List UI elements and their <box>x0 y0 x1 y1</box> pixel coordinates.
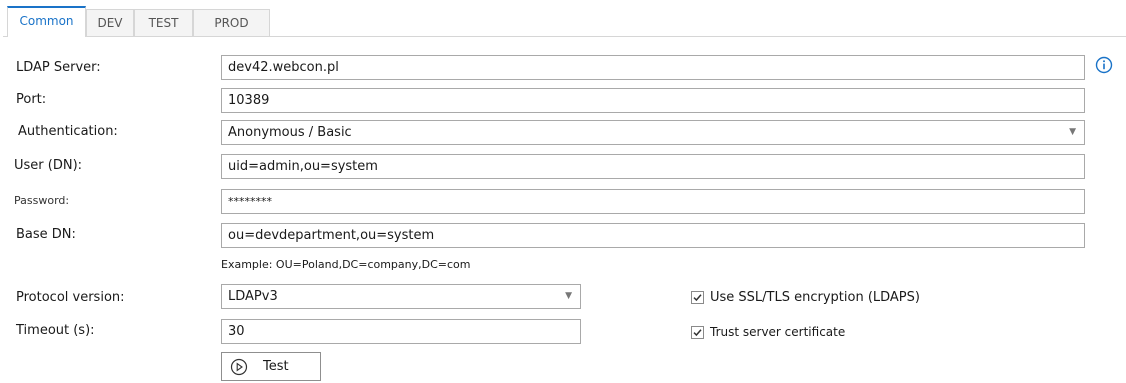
user-dn-input[interactable]: uid=admin,ou=system <box>221 154 1085 179</box>
test-button[interactable]: Test <box>221 352 321 381</box>
trust-cert-checkbox-row[interactable]: Trust server certificate <box>691 323 845 341</box>
protocol-version-value: LDAPv3 <box>228 289 278 304</box>
tab-dev[interactable]: DEV <box>86 9 134 36</box>
info-icon[interactable] <box>1095 56 1113 74</box>
tab-prod[interactable]: PROD <box>193 9 270 36</box>
password-input[interactable]: ******** <box>221 189 1085 214</box>
use-ssl-label: Use SSL/TLS encryption (LDAPS) <box>710 289 920 305</box>
chevron-down-icon: ▼ <box>565 291 572 301</box>
ldap-server-input[interactable]: dev42.webcon.pl <box>221 55 1085 80</box>
ldap-server-label: LDAP Server: <box>16 60 101 75</box>
timeout-input[interactable]: 30 <box>221 319 581 344</box>
user-dn-label: User (DN): <box>14 158 83 173</box>
ldap-config-panel: Common DEV TEST PROD LDAP Server: dev42.… <box>0 0 1126 383</box>
authentication-label: Authentication: <box>18 124 118 139</box>
tab-common[interactable]: Common <box>7 6 86 37</box>
password-label: Password: <box>14 194 70 207</box>
base-dn-example: Example: OU=Poland,DC=company,DC=com <box>221 258 471 271</box>
port-label: Port: <box>16 92 47 107</box>
trust-cert-label: Trust server certificate <box>710 325 846 339</box>
tab-test[interactable]: TEST <box>134 9 193 36</box>
tabs-divider <box>3 36 1126 37</box>
base-dn-input[interactable]: ou=devdepartment,ou=system <box>221 223 1085 248</box>
use-ssl-checkbox[interactable] <box>691 290 704 304</box>
test-button-label: Test <box>263 359 289 374</box>
play-circle-icon <box>230 358 248 375</box>
chevron-down-icon: ▼ <box>1069 127 1076 137</box>
timeout-label: Timeout (s): <box>16 323 95 338</box>
authentication-value: Anonymous / Basic <box>228 125 352 140</box>
trust-cert-checkbox[interactable] <box>691 325 704 339</box>
port-input[interactable]: 10389 <box>221 88 1085 113</box>
environment-tabs: Common DEV TEST PROD <box>3 0 1126 37</box>
protocol-version-label: Protocol version: <box>16 290 125 305</box>
protocol-version-select[interactable]: LDAPv3 ▼ <box>221 284 581 309</box>
base-dn-label: Base DN: <box>16 227 76 242</box>
authentication-select[interactable]: Anonymous / Basic ▼ <box>221 120 1085 145</box>
use-ssl-checkbox-row[interactable]: Use SSL/TLS encryption (LDAPS) <box>691 288 920 306</box>
